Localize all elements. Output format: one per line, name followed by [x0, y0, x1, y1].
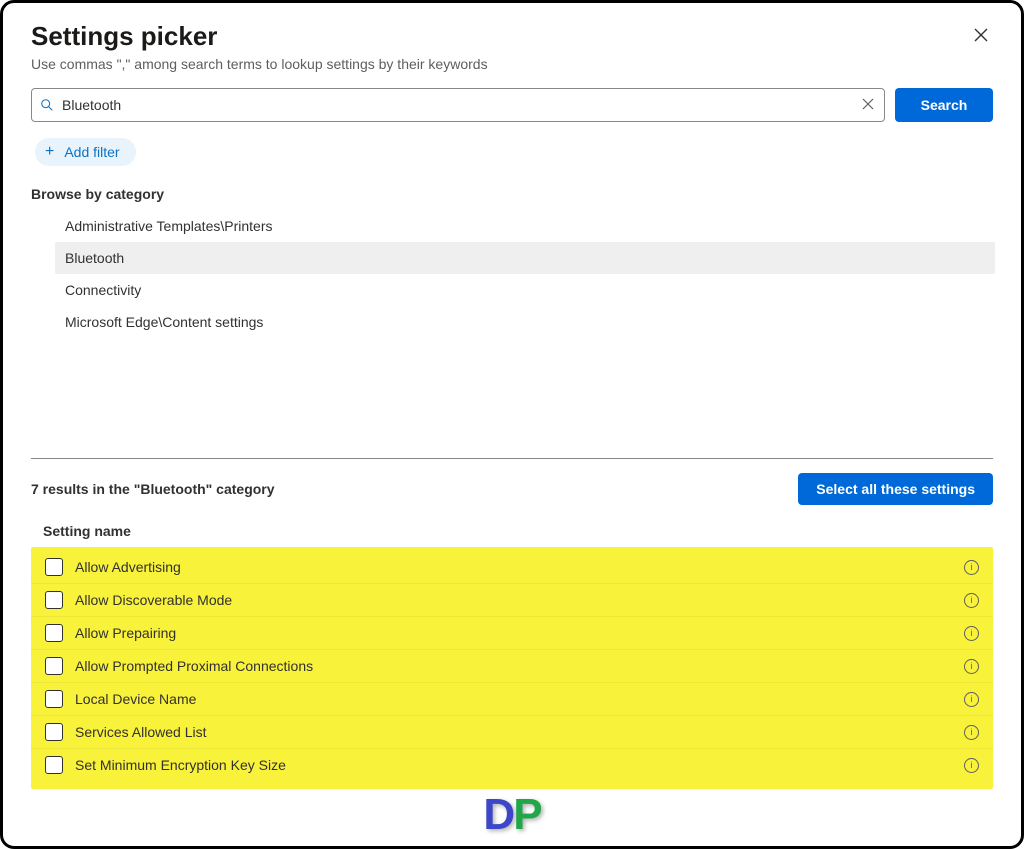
setting-label: Allow Discoverable Mode	[75, 592, 964, 608]
search-button[interactable]: Search	[895, 88, 993, 122]
category-item[interactable]: Administrative Templates\Printers	[55, 210, 995, 242]
setting-checkbox[interactable]	[45, 624, 63, 642]
setting-checkbox[interactable]	[45, 690, 63, 708]
browse-by-category-label: Browse by category	[31, 186, 993, 202]
setting-row[interactable]: Services Allowed Listi	[31, 715, 993, 748]
setting-label: Set Minimum Encryption Key Size	[75, 757, 964, 773]
add-filter-button[interactable]: + Add filter	[35, 138, 136, 166]
info-icon[interactable]: i	[964, 725, 979, 740]
section-divider	[31, 458, 993, 459]
setting-checkbox[interactable]	[45, 756, 63, 774]
setting-checkbox[interactable]	[45, 657, 63, 675]
plus-icon: +	[45, 144, 54, 160]
close-button[interactable]	[973, 21, 993, 48]
clear-search-button[interactable]	[860, 97, 876, 113]
info-icon[interactable]: i	[964, 659, 979, 674]
setting-checkbox[interactable]	[45, 558, 63, 576]
setting-row[interactable]: Local Device Namei	[31, 682, 993, 715]
category-item[interactable]: Bluetooth	[55, 242, 995, 274]
setting-row[interactable]: Set Minimum Encryption Key Sizei	[31, 748, 993, 781]
info-icon[interactable]: i	[964, 593, 979, 608]
search-box[interactable]	[31, 88, 885, 122]
category-item[interactable]: Microsoft Edge\Content settings	[55, 306, 995, 338]
setting-label: Allow Prompted Proximal Connections	[75, 658, 964, 674]
setting-row[interactable]: Allow Discoverable Modei	[31, 583, 993, 616]
info-icon[interactable]: i	[964, 758, 979, 773]
search-input[interactable]	[54, 97, 860, 113]
info-icon[interactable]: i	[964, 626, 979, 641]
setting-checkbox[interactable]	[45, 723, 63, 741]
setting-label: Services Allowed List	[75, 724, 964, 740]
setting-row[interactable]: Allow Prepairingi	[31, 616, 993, 649]
select-all-button[interactable]: Select all these settings	[798, 473, 993, 505]
results-summary: 7 results in the "Bluetooth" category	[31, 481, 275, 497]
watermark: DP	[483, 790, 540, 840]
page-subtitle: Use commas "," among search terms to loo…	[31, 56, 488, 72]
search-icon	[40, 98, 54, 112]
setting-row[interactable]: Allow Advertisingi	[31, 551, 993, 583]
setting-checkbox[interactable]	[45, 591, 63, 609]
category-list: Administrative Templates\PrintersBluetoo…	[55, 210, 995, 338]
setting-row[interactable]: Allow Prompted Proximal Connectionsi	[31, 649, 993, 682]
settings-list: Allow AdvertisingiAllow Discoverable Mod…	[31, 547, 993, 789]
setting-label: Local Device Name	[75, 691, 964, 707]
page-title: Settings picker	[31, 21, 488, 52]
column-header-setting-name: Setting name	[31, 519, 993, 547]
add-filter-label: Add filter	[64, 144, 119, 160]
info-icon[interactable]: i	[964, 692, 979, 707]
setting-label: Allow Advertising	[75, 559, 964, 575]
setting-label: Allow Prepairing	[75, 625, 964, 641]
category-item[interactable]: Connectivity	[55, 274, 995, 306]
info-icon[interactable]: i	[964, 560, 979, 575]
